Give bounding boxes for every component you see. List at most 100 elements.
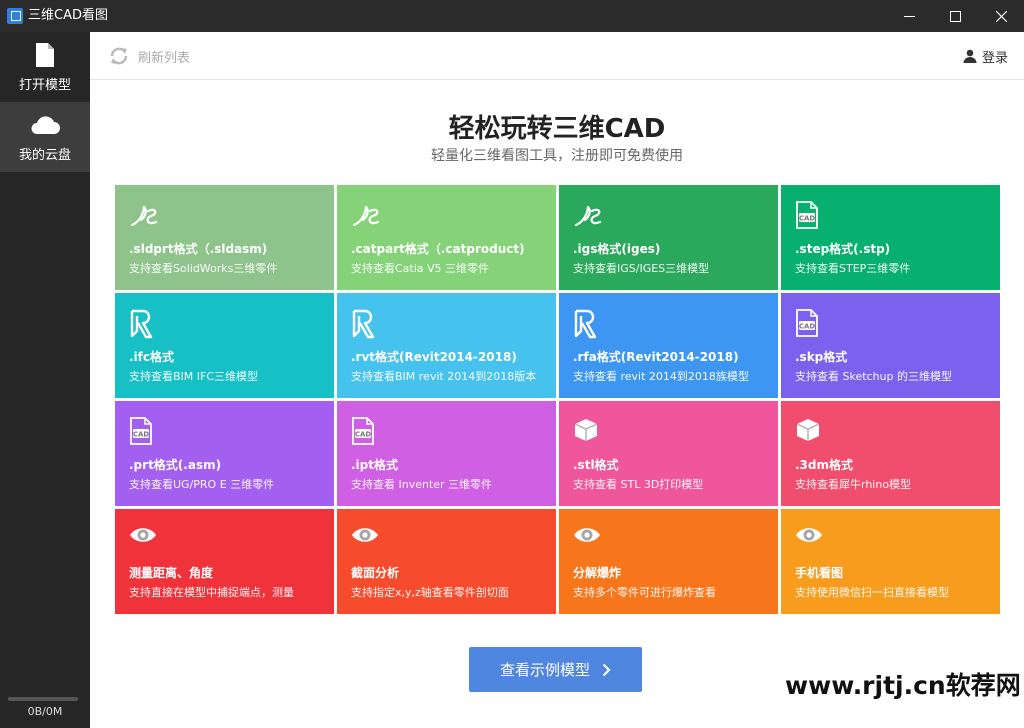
tile-description: 支持多个零件可进行爆炸查看 (573, 586, 716, 599)
format-tile[interactable]: CAD .ipt格式支持查看 Inventer 三维零件 (337, 401, 556, 506)
sidebar-item-label: 我的云盘 (18, 148, 71, 163)
cad-file-icon: CAD (129, 417, 159, 447)
close-button[interactable] (978, 0, 1024, 32)
title-bar: 三维CAD看图 (0, 0, 1024, 32)
sidebar-item-open-model[interactable]: 打开模型 (0, 32, 90, 102)
maximize-button[interactable] (932, 0, 978, 32)
eye-icon (795, 525, 825, 555)
tile-description: 支持查看 revit 2014到2018族模型 (573, 370, 749, 383)
ds-logo-icon (573, 201, 603, 231)
format-tile[interactable]: 分解爆炸支持多个零件可进行爆炸查看 (559, 509, 778, 614)
view-sample-model-label: 查看示例模型 (499, 661, 590, 679)
revit-icon (573, 309, 603, 339)
tile-description: 支持指定x,y,z轴查看零件剖切面 (351, 586, 509, 599)
minimize-icon (903, 15, 915, 17)
refresh-list-label: 刷新列表 (138, 50, 191, 66)
tile-title: 分解爆炸 (573, 566, 622, 580)
window-title: 三维CAD看图 (28, 8, 108, 23)
eye-icon (129, 525, 159, 555)
svg-text:CAD: CAD (355, 431, 372, 439)
eye-icon (573, 525, 603, 555)
revit-icon (351, 309, 381, 339)
tile-title: .3dm格式 (795, 458, 854, 472)
format-tile[interactable]: CAD .prt格式(.asm) 支持查看UG/PRO E 三维零件 (115, 401, 334, 506)
tile-description: 支持查看 Sketchup 的三维模型 (795, 370, 953, 383)
tile-title: 截面分析 (351, 566, 400, 580)
app-icon (7, 8, 23, 24)
page-subtitle: 轻量化三维看图工具，注册即可免费使用 (431, 148, 683, 164)
format-tile[interactable]: CAD .step格式(.stp) 支持查看STEP三维零件 (781, 185, 1000, 290)
tile-title: .prt格式(.asm) (129, 458, 222, 472)
tile-description: 支持查看IGS/IGES三维模型 (573, 262, 710, 275)
sidebar: 打开模型 我的云盘 0B/0M (0, 32, 90, 728)
format-tile[interactable]: .ifc格式支持查看BIM IFC三维模型 (115, 293, 334, 398)
format-tile[interactable]: .stl格式支持查看 STL 3D打印模型 (559, 401, 778, 506)
login-label: 登录 (981, 50, 1008, 66)
format-tile[interactable]: .igs格式(iges) 支持查看IGS/IGES三维模型 (559, 185, 778, 290)
tile-title: .skp格式 (795, 350, 848, 364)
format-tile[interactable]: CAD .skp格式支持查看 Sketchup 的三维模型 (781, 293, 1000, 398)
refresh-list-button[interactable]: 刷新列表 (108, 44, 190, 68)
format-tile[interactable]: .sldprt格式（.sldasm) 支持查看SolidWorks三维零件 (115, 185, 334, 290)
format-tile[interactable]: .rfa格式(Revit2014-2018) 支持查看 revit 2014到20… (559, 293, 778, 398)
ds-logo-icon (129, 201, 159, 231)
minimize-button[interactable] (886, 0, 932, 32)
tile-description: 支持直接在模型中捕捉端点，测量 (129, 586, 294, 599)
sidebar-item-label: 打开模型 (18, 78, 71, 93)
tile-title: .catpart格式（.catproduct) (351, 242, 525, 256)
tile-title: 手机看图 (795, 566, 844, 580)
sidebar-item-my-cloud[interactable]: 我的云盘 (0, 102, 90, 172)
format-tile[interactable]: .catpart格式（.catproduct) 支持查看Catia V5 三维零件 (337, 185, 556, 290)
watermark-text: www.rjtj.cn软荐网 (785, 671, 1021, 700)
tile-description: 支持查看Catia V5 三维零件 (351, 262, 490, 275)
ds-logo-icon (351, 201, 381, 231)
page-title: 轻松玩转三维CAD (448, 114, 666, 144)
format-tile[interactable]: .3dm格式支持查看犀牛rhino模型 (781, 401, 1000, 506)
tile-title: .step格式(.stp) (795, 242, 891, 256)
tile-title: .sldprt格式（.sldasm) (129, 242, 268, 256)
cad-file-icon: CAD (351, 417, 381, 447)
storage-progress-bar (8, 697, 78, 701)
cube-icon (573, 417, 603, 447)
cloud-icon (0, 112, 90, 140)
login-button[interactable]: 登录 (963, 46, 1008, 66)
tile-description: 支持查看UG/PRO E 三维零件 (129, 478, 275, 491)
view-sample-model-button[interactable]: 查看示例模型 (469, 647, 642, 692)
user-icon (963, 49, 977, 63)
tile-title: 测量距离、角度 (129, 566, 214, 580)
tile-description: 支持查看 STL 3D打印模型 (573, 478, 704, 491)
toolbar: 刷新列表 登录 (90, 32, 1024, 80)
format-tile[interactable]: 截面分析支持指定x,y,z轴查看零件剖切面 (337, 509, 556, 614)
format-tile[interactable]: 手机看图支持使用微信扫一扫直接看模型 (781, 509, 1000, 614)
format-tile[interactable]: .rvt格式(Revit2014-2018) 支持查看BIM revit 2014… (337, 293, 556, 398)
storage-usage-text: 0B/0M (27, 705, 63, 718)
tile-description: 支持查看BIM IFC三维模型 (129, 370, 259, 383)
refresh-icon (110, 47, 128, 65)
format-tile-grid: .sldprt格式（.sldasm) 支持查看SolidWorks三维零件 .cat… (115, 185, 1000, 614)
cad-file-icon: CAD (795, 201, 825, 231)
chevron-right-icon (602, 663, 611, 676)
cad-file-icon: CAD (795, 309, 825, 339)
tile-title: .rfa格式(Revit2014-2018) (573, 350, 739, 364)
svg-text:CAD: CAD (133, 431, 150, 439)
tile-description: 支持查看犀牛rhino模型 (795, 478, 912, 491)
format-tile[interactable]: 测量距离、角度支持直接在模型中捕捉端点，测量 (115, 509, 334, 614)
cube-icon (795, 417, 825, 447)
tile-description: 支持查看SolidWorks三维零件 (129, 262, 278, 275)
tile-description: 支持查看BIM revit 2014到2018版本 (351, 370, 537, 383)
tile-description: 支持查看 Inventer 三维零件 (351, 478, 493, 491)
tile-description: 支持使用微信扫一扫直接看模型 (795, 586, 949, 599)
eye-icon (351, 525, 381, 555)
maximize-icon (949, 10, 961, 22)
revit-icon (129, 309, 159, 339)
svg-text:CAD: CAD (799, 323, 816, 331)
tile-description: 支持查看STEP三维零件 (795, 262, 911, 275)
tile-title: .rvt格式(Revit2014-2018) (351, 350, 517, 364)
svg-text:CAD: CAD (799, 215, 816, 223)
file-icon (0, 42, 90, 70)
tile-title: .ipt格式 (351, 458, 398, 472)
tile-title: .ifc格式 (129, 350, 175, 364)
close-icon (995, 10, 1007, 22)
tile-title: .igs格式(iges) (573, 242, 661, 256)
tile-title: .stl格式 (573, 458, 619, 472)
